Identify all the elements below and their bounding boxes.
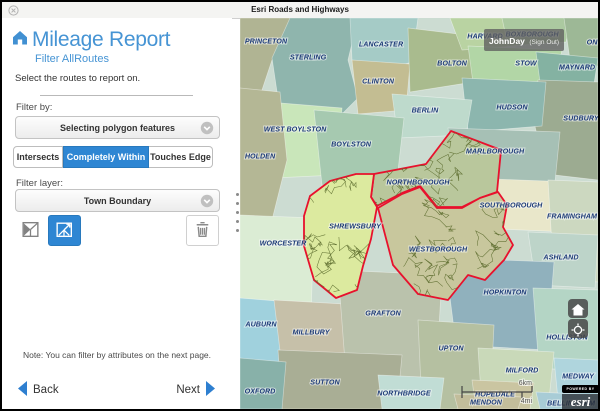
wizard-nav: Back Next	[2, 376, 232, 402]
town-label: MAYNARD	[559, 63, 595, 72]
town-label: WESTBOROUGH	[409, 245, 468, 254]
town-label: STOW	[515, 59, 538, 68]
back-chevron-icon	[17, 381, 28, 399]
town-label: FRAMINGHAM	[547, 212, 598, 221]
town-label: SHREWSBURY	[329, 222, 382, 231]
town-label: HOLDEN	[245, 152, 276, 161]
town-label: CLINTON	[362, 77, 395, 86]
mileage-report-panel: Mileage Report Filter AllRoutes Select t…	[2, 18, 232, 409]
map-home-icon	[568, 304, 588, 316]
filter-method-value: Selecting polygon features	[16, 123, 219, 133]
page-subtitle: Filter AllRoutes	[35, 53, 109, 65]
town-label: AUBURN	[244, 320, 277, 329]
user-badge[interactable]: JohnDay (Sign Out)	[484, 29, 564, 51]
segment-completely-within[interactable]: Completely Within	[63, 146, 149, 168]
next-button[interactable]: Next	[170, 380, 222, 400]
town-label: MILFORD	[506, 366, 539, 375]
town-label: HOPKINTON	[484, 288, 528, 297]
filter-layer-dropdown[interactable]: Town Boundary	[15, 189, 220, 212]
svg-text:6km: 6km	[519, 380, 532, 387]
map-home-button[interactable]	[568, 299, 588, 318]
town-label: NORTHBRIDGE	[377, 389, 431, 398]
filter-mode-segmented-control: Intersects Completely Within Touches Edg…	[13, 146, 213, 168]
app-title: Esri Roads and Highways	[2, 5, 598, 14]
town-label: BOYLSTON	[331, 140, 372, 149]
home-icon	[11, 29, 29, 52]
svg-text:4mi: 4mi	[521, 398, 533, 404]
town-label: SOUTHBOROUGH	[480, 201, 544, 210]
town-label: SUDBURY	[563, 114, 598, 123]
segment-intersects[interactable]: Intersects	[13, 146, 63, 168]
back-label: Back	[33, 384, 59, 396]
scale-bar: 6km 4mi	[458, 376, 536, 409]
town-label: WEST BOYLSTON	[264, 125, 327, 134]
powered-by-label: POWERED BY	[562, 385, 598, 393]
town-label: SUTTON	[310, 378, 340, 387]
draw-polygon-button[interactable]	[48, 215, 81, 246]
town-label: GRAFTON	[365, 309, 401, 318]
draw-polygon-icon	[54, 228, 75, 243]
town-label: BERLIN	[412, 106, 440, 115]
app-window: Esri Roads and Highways Mileage Report F…	[0, 0, 600, 411]
town-label: BOLTON	[437, 59, 467, 68]
town-label: UPTON	[438, 344, 464, 353]
town-map-svg: PRINCETONSTERLING LANCASTER CLINTON BOLTON H…	[240, 18, 598, 409]
town-label: MEDWAY	[562, 372, 595, 381]
map[interactable]: PRINCETONSTERLING LANCASTER CLINTON BOLTON H…	[240, 18, 598, 409]
segment-touches-edge[interactable]: Touches Edge	[149, 146, 213, 168]
town-label: NORTHBOROUGH	[387, 178, 451, 187]
esri-logo: esri	[562, 394, 598, 409]
back-button[interactable]: Back	[11, 380, 65, 400]
town-label: MARLBOROUGH	[466, 147, 525, 156]
filter-layer-value: Town Boundary	[16, 196, 219, 206]
esri-attribution[interactable]: POWERED BY esri	[562, 385, 598, 409]
town-label: LANCASTER	[359, 40, 404, 49]
filter-layer-label: Filter layer:	[16, 178, 63, 189]
sign-out-link[interactable]: (Sign Out)	[529, 39, 559, 46]
page-title: Mileage Report	[32, 28, 170, 52]
username: JohnDay	[489, 36, 525, 46]
town-label: ASHLAND	[542, 253, 578, 262]
divider	[40, 95, 193, 96]
filter-by-label: Filter by:	[16, 102, 52, 113]
town-label: WORCESTER	[260, 239, 308, 248]
map-locate-button[interactable]	[568, 319, 588, 338]
page-description: Select the routes to report on.	[15, 73, 140, 84]
town-label: OXFORD	[245, 387, 276, 396]
filter-method-dropdown[interactable]: Selecting polygon features	[15, 116, 220, 139]
trash-icon	[192, 228, 213, 243]
next-label: Next	[176, 384, 200, 396]
window-titlebar: Esri Roads and Highways	[2, 2, 598, 19]
town-label: MILLBURY	[292, 328, 330, 337]
select-polygon-icon	[20, 228, 41, 243]
town-label: PRINCETON	[245, 37, 288, 46]
locate-icon	[568, 323, 588, 337]
select-by-polygon-button[interactable]	[14, 215, 47, 246]
next-chevron-icon	[205, 381, 216, 399]
town-label: STERLING	[290, 53, 327, 62]
note-text: Note: You can filter by attributes on th…	[2, 350, 232, 360]
town-label: ON	[587, 38, 598, 47]
town-label: HUDSON	[496, 103, 528, 112]
clear-selection-button[interactable]	[186, 215, 219, 246]
